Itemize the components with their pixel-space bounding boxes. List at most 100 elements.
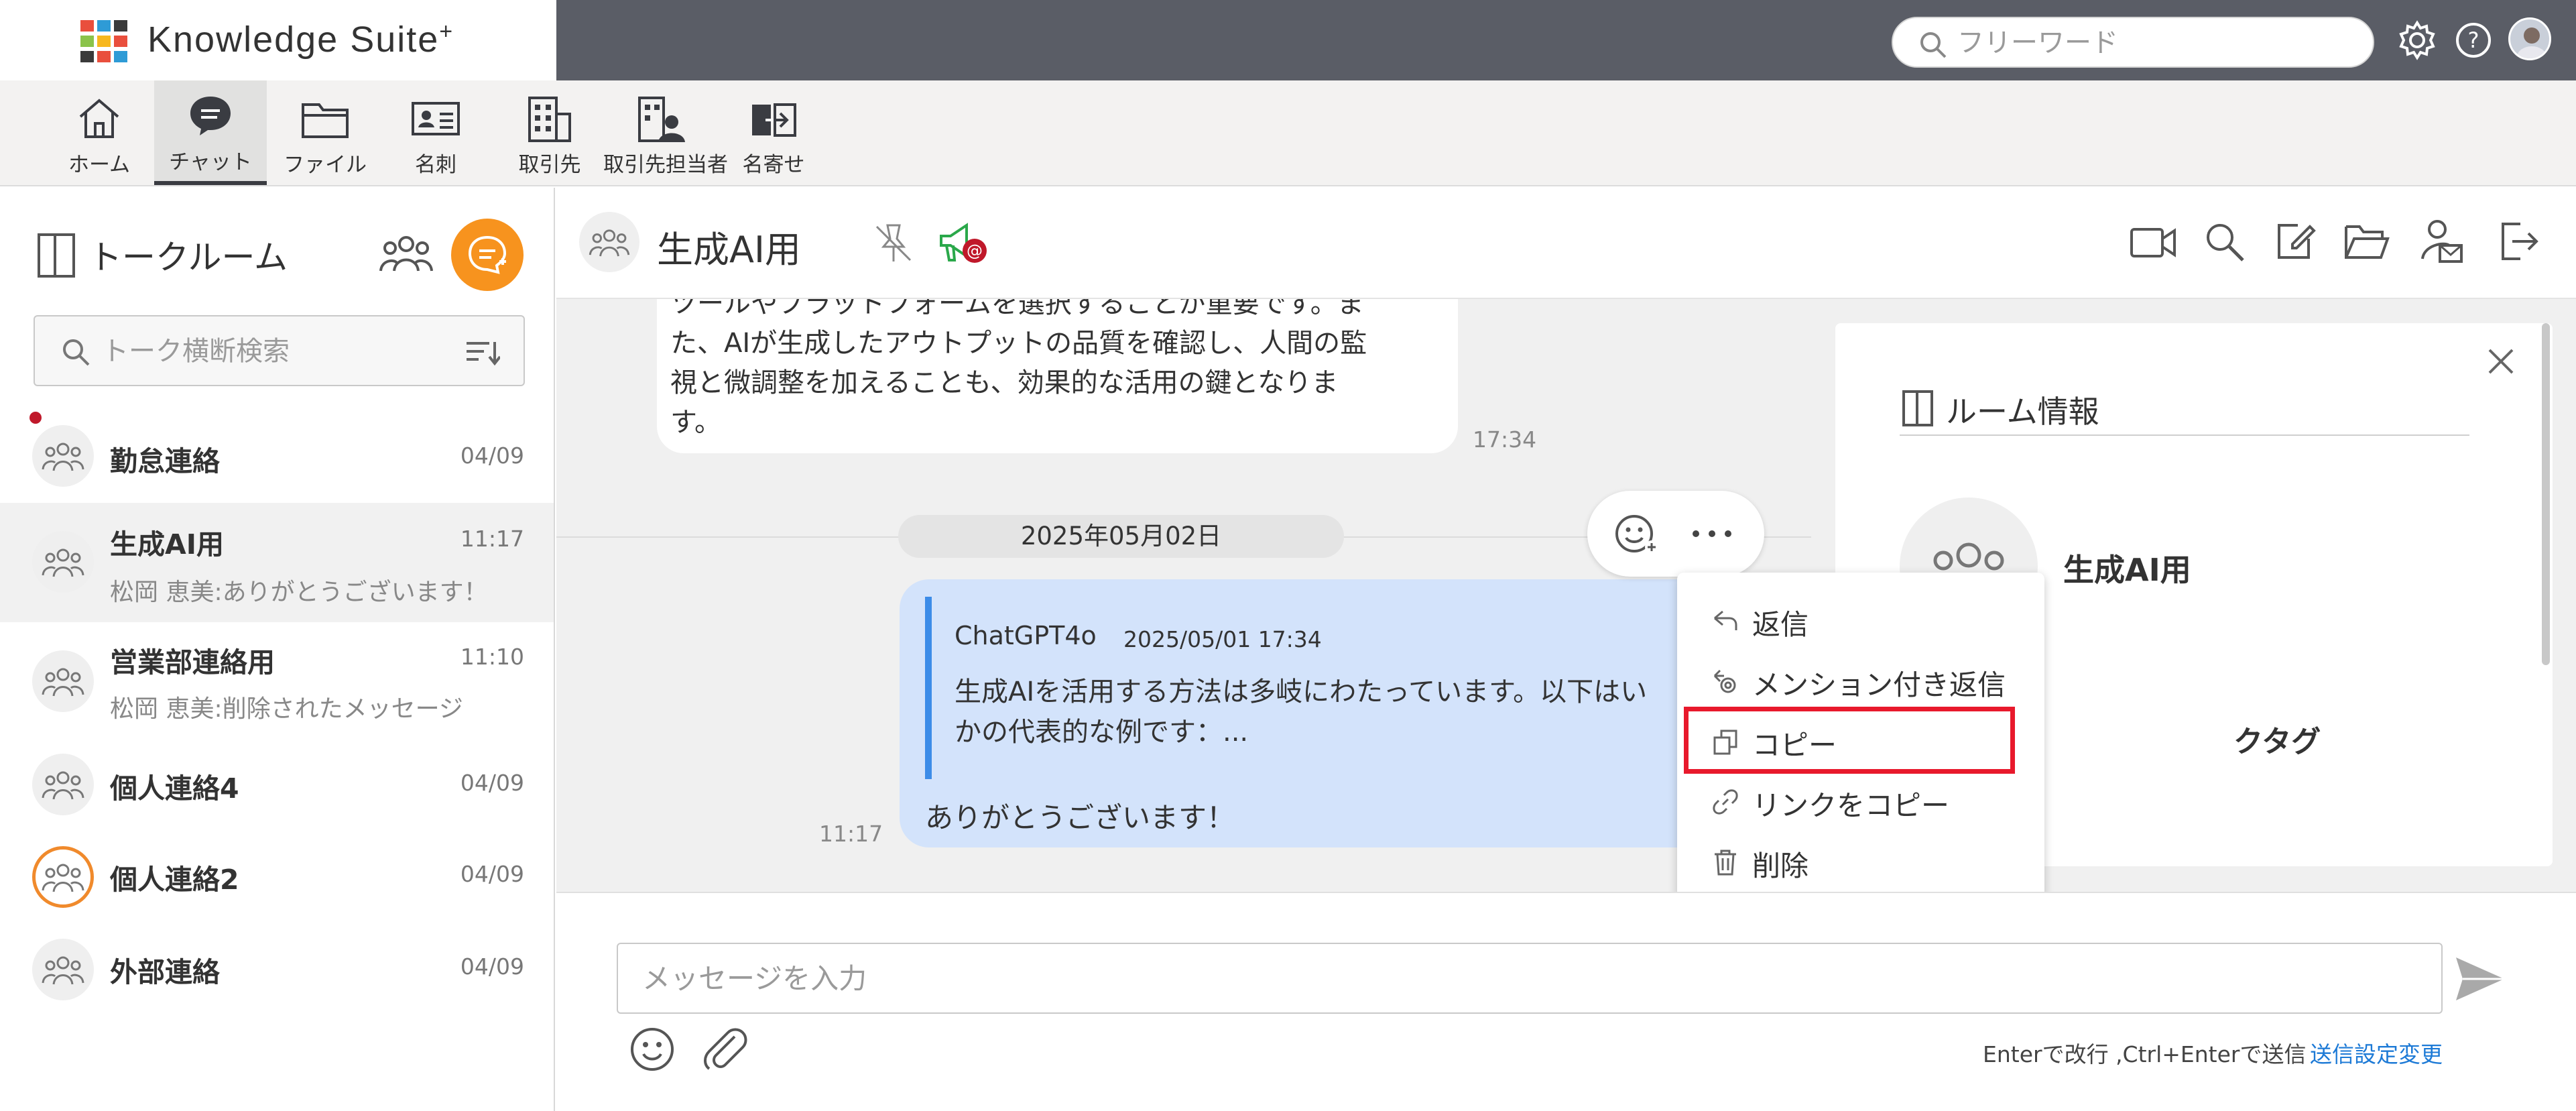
menu-item-label: 削除: [1752, 850, 1809, 882]
room-list-item[interactable]: 外部連絡 04/09: [0, 923, 554, 1015]
room-time: 04/09: [460, 861, 524, 887]
nav-files-label: ファイル: [284, 153, 367, 177]
menu-item-mention-reply[interactable]: メンション付き返信: [1677, 650, 2044, 711]
emoji-icon[interactable]: [629, 1026, 676, 1073]
group-icon: [42, 956, 84, 985]
mention-notification-icon[interactable]: @: [937, 220, 989, 267]
nav-accounts[interactable]: 取引先: [509, 80, 590, 185]
room-list-item-active[interactable]: 生成AI用 11:17 松岡 恵美:ありがとうございます！: [0, 503, 554, 622]
nav-merge[interactable]: 名寄せ: [733, 80, 814, 185]
chat-room-title: 生成AI用: [657, 229, 801, 271]
group-members-icon[interactable]: [379, 232, 433, 275]
menu-item-reply[interactable]: 返信: [1677, 590, 2044, 650]
message-line: す。: [670, 407, 721, 438]
room-list-item[interactable]: 営業部連絡用 11:10 松岡 恵美:削除されたメッセージ: [0, 622, 554, 739]
room-name: 生成AI用: [110, 528, 224, 561]
global-search-input[interactable]: [1957, 27, 2346, 58]
room-time: 11:10: [460, 644, 524, 670]
room-time: 04/09: [460, 770, 524, 796]
message-line: た、AIが生成したアウトプットの品質を確認し、人間の監: [670, 328, 1367, 359]
room-time: 04/09: [460, 443, 524, 469]
gear-icon[interactable]: [2397, 20, 2437, 60]
room-info-scrollbar[interactable]: [2542, 323, 2550, 665]
nav-accounts-label: 取引先: [518, 153, 581, 177]
send-shortcut-hint: Enterで改行 ,Ctrl+Enterで送信: [1983, 1041, 2307, 1067]
logo-grid-icon: [80, 20, 127, 62]
search-icon[interactable]: [2203, 220, 2246, 263]
room-info-title: ルーム情報: [1946, 394, 2099, 430]
app-logo[interactable]: Knowledge Suite+: [0, 0, 556, 80]
group-icon: [42, 668, 84, 697]
quote-date: 2025/05/01 17:34: [1123, 626, 1322, 652]
more-options-icon[interactable]: [1691, 528, 1733, 539]
nav-files[interactable]: ファイル: [282, 80, 369, 185]
room-name: 営業部連絡用: [110, 646, 275, 679]
message-list[interactable]: ツールやプラットフォームを選択することが重要です。ま た、AIが生成したアウトプ…: [556, 299, 1811, 892]
member-mail-icon[interactable]: [2420, 219, 2464, 264]
message-time: 11:17: [819, 821, 883, 847]
message-line: ツールやプラットフォームを選択することが重要です。ま: [670, 299, 1364, 319]
close-icon[interactable]: [2486, 346, 2516, 377]
send-settings-link[interactable]: 送信設定変更: [2310, 1037, 2443, 1069]
room-search-input[interactable]: [102, 334, 450, 369]
room-list-item[interactable]: 勤怠連絡 04/09: [0, 410, 554, 498]
folder-icon: [302, 103, 349, 138]
date-separator: 2025年05月02日: [898, 515, 1344, 558]
global-search[interactable]: [1892, 17, 2374, 68]
mention-reply-icon: [1713, 669, 1736, 693]
nav-home[interactable]: ホーム: [59, 80, 139, 185]
nav-merge-label: 名寄せ: [742, 153, 805, 177]
room-time: 11:17: [460, 526, 524, 552]
room-preview: 松岡 恵美:削除されたメッセージ: [110, 695, 463, 723]
room-list-item[interactable]: 個人連絡4 04/09: [0, 739, 554, 830]
room-door-icon: [1902, 390, 1933, 426]
send-icon[interactable]: [2453, 955, 2507, 1003]
leave-room-icon[interactable]: [2498, 220, 2540, 263]
main-nav: ホーム チャット ファイル 名刺 取引先 取引先担当者 名寄せ: [0, 80, 2576, 186]
message-action-toolbar: [1587, 491, 1764, 577]
video-call-icon[interactable]: [2129, 224, 2177, 261]
pin-off-icon[interactable]: [871, 221, 916, 266]
message-composer: Enterで改行 ,Ctrl+Enterで送信 送信設定変更: [556, 892, 2576, 1111]
menu-item-delete[interactable]: 削除: [1677, 831, 2044, 892]
top-header: Knowledge Suite+ ?: [0, 0, 2576, 80]
building-icon: [528, 97, 571, 142]
message-input[interactable]: [617, 943, 2443, 1014]
nav-contacts[interactable]: 取引先担当者: [603, 80, 728, 185]
help-icon[interactable]: ?: [2455, 21, 2492, 59]
sort-icon[interactable]: [465, 339, 500, 366]
unread-indicator: [29, 412, 42, 424]
nav-business-cards[interactable]: 名刺: [395, 80, 476, 185]
nav-home-label: ホーム: [68, 153, 131, 177]
room-search[interactable]: [34, 315, 525, 386]
edit-note-icon[interactable]: [2274, 220, 2317, 263]
link-icon: [1713, 789, 1738, 815]
contact-person-icon: [638, 97, 685, 142]
group-icon: [42, 548, 84, 577]
message-line: 視と微調整を加えることも、効果的な活用の鍵となりま: [670, 367, 1339, 398]
nav-business-cards-label: 名刺: [415, 153, 456, 177]
message-text: ありがとうございます！: [925, 801, 1235, 834]
talk-room-sidebar: トークルーム 勤怠連絡 04/09: [0, 188, 555, 1111]
user-avatar[interactable]: [2508, 17, 2551, 60]
quote-sender: ChatGPT4o: [955, 621, 1097, 650]
folder-open-icon[interactable]: [2343, 221, 2390, 261]
home-icon: [79, 99, 119, 138]
message-time: 17:34: [1473, 426, 1537, 453]
app-name: Knowledge Suite+: [147, 19, 454, 60]
room-time: 04/09: [460, 953, 524, 980]
group-icon: [42, 864, 84, 892]
room-name: 個人連絡4: [110, 772, 239, 805]
chat-header: 生成AI用 @: [556, 188, 2576, 299]
new-chat-button[interactable]: [451, 219, 524, 291]
group-icon: [42, 443, 84, 471]
add-reaction-icon[interactable]: [1614, 512, 1661, 557]
merge-icon: [752, 103, 796, 137]
nav-contacts-label: 取引先担当者: [603, 153, 728, 177]
room-list-item[interactable]: 個人連絡2 04/09: [0, 830, 554, 923]
nav-chat[interactable]: チャット: [154, 80, 267, 185]
chat-room-avatar: [579, 212, 639, 272]
menu-item-copy-link[interactable]: リンクをコピー: [1677, 771, 2044, 831]
trash-icon: [1715, 850, 1736, 876]
paperclip-icon[interactable]: [700, 1025, 749, 1074]
